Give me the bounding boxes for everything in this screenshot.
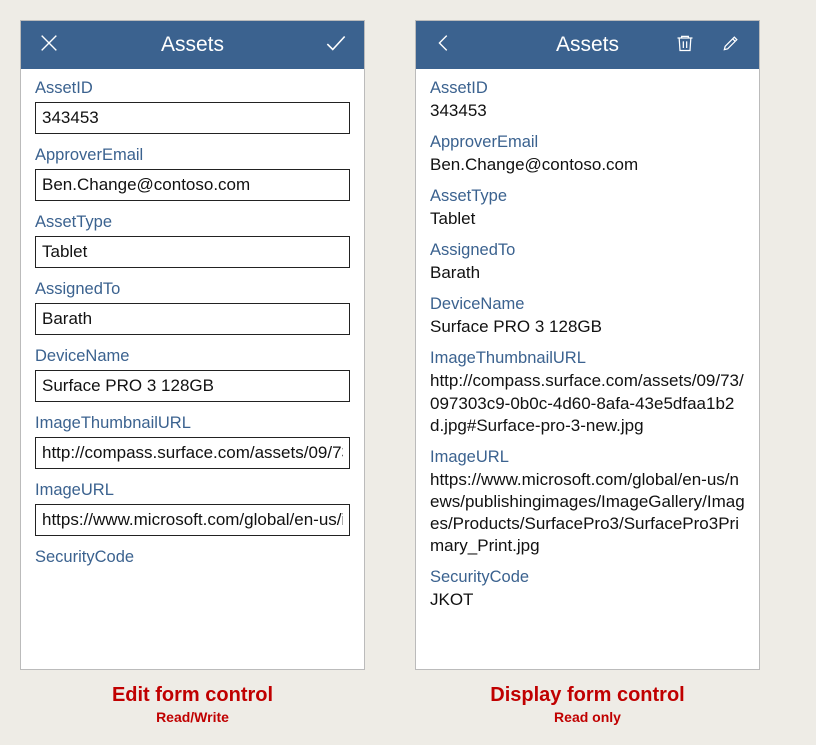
assetid-label: AssetID (35, 79, 350, 98)
assettype-label: AssetType (35, 213, 350, 232)
assetid-label-ro: AssetID (430, 79, 745, 98)
imagethumb-value: http://compass.surface.com/assets/09/73/… (430, 370, 745, 436)
approveremail-input[interactable] (35, 169, 350, 201)
imageurl-value: https://www.microsoft.com/global/en-us/n… (430, 469, 745, 557)
edit-button[interactable] (711, 25, 751, 65)
cancel-button[interactable] (29, 25, 69, 65)
submit-button[interactable] (316, 25, 356, 65)
devicename-value: Surface PRO 3 128GB (430, 316, 745, 338)
delete-button[interactable] (665, 25, 705, 65)
imageurl-label: ImageURL (35, 481, 350, 500)
display-caption: Display form control Read only (415, 684, 760, 725)
approveremail-value: Ben.Change@contoso.com (430, 154, 745, 176)
securitycode-label-ro: SecurityCode (430, 568, 745, 587)
securitycode-value: JKOT (430, 589, 745, 611)
back-button[interactable] (424, 25, 464, 65)
chevron-left-icon (433, 32, 455, 59)
edit-caption-main: Edit form control (20, 684, 365, 707)
imageurl-input[interactable] (35, 504, 350, 536)
approveremail-label: ApproverEmail (35, 146, 350, 165)
assignedto-label-ro: AssignedTo (430, 241, 745, 260)
devicename-input[interactable] (35, 370, 350, 402)
display-header: Assets (416, 21, 759, 69)
devicename-label-ro: DeviceName (430, 295, 745, 314)
assignedto-value: Barath (430, 262, 745, 284)
display-caption-sub: Read only (415, 709, 760, 725)
display-caption-main: Display form control (415, 684, 760, 707)
edit-caption: Edit form control Read/Write (20, 684, 365, 725)
assettype-label-ro: AssetType (430, 187, 745, 206)
pencil-icon (721, 33, 741, 58)
close-icon (38, 32, 60, 59)
assignedto-input[interactable] (35, 303, 350, 335)
imagethumb-label-ro: ImageThumbnailURL (430, 349, 745, 368)
edit-header-title: Assets (21, 33, 364, 57)
securitycode-label: SecurityCode (35, 548, 350, 567)
imagethumb-label: ImageThumbnailURL (35, 414, 350, 433)
approveremail-label-ro: ApproverEmail (430, 133, 745, 152)
assettype-input[interactable] (35, 236, 350, 268)
imagethumb-input[interactable] (35, 437, 350, 469)
edit-caption-sub: Read/Write (20, 709, 365, 725)
check-icon (323, 30, 349, 61)
assignedto-label: AssignedTo (35, 280, 350, 299)
imageurl-label-ro: ImageURL (430, 448, 745, 467)
assettype-value: Tablet (430, 208, 745, 230)
edit-header: Assets (21, 21, 364, 69)
trash-icon (675, 33, 695, 58)
display-form-screen: Assets (415, 20, 760, 670)
edit-form-screen: Assets AssetID ApproverEmail (20, 20, 365, 670)
assetid-value: 343453 (430, 100, 745, 122)
assetid-input[interactable] (35, 102, 350, 134)
devicename-label: DeviceName (35, 347, 350, 366)
